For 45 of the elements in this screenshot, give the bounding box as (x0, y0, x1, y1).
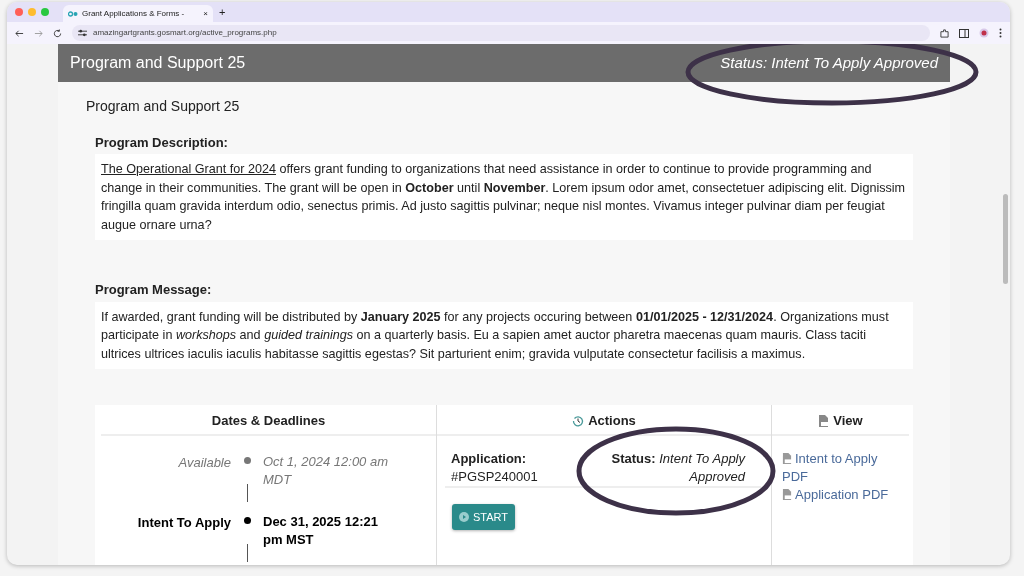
milestone-label: Intent To Apply (136, 513, 231, 532)
pdf-link[interactable]: Application PDF (782, 485, 901, 504)
column-header: Dates & Deadlines (101, 405, 436, 436)
milestone-label: Available (177, 453, 231, 472)
application-id: #PGSP240001 (451, 468, 538, 484)
pdf-link[interactable]: Intent to Apply PDF (782, 449, 901, 486)
close-tab-button[interactable]: × (203, 7, 208, 20)
timeline-connector (246, 483, 248, 502)
sidebar-icon[interactable] (959, 28, 969, 38)
extensions-icon[interactable] (940, 28, 949, 38)
status-text: Status: Intent To Apply Approved (720, 52, 938, 73)
timeline-dot (243, 456, 251, 464)
section-label: Program Description: (95, 133, 229, 152)
milestone-date: Oct 1, 2024 12:00 am MDT (263, 452, 390, 489)
program-title: Program and Support 25 (70, 52, 246, 73)
browser-tab[interactable]: Grant Applications & Forms - × (63, 5, 213, 22)
milestone-date: Dec 31, 2025 12:21 pm MST (263, 512, 379, 549)
reload-icon[interactable] (53, 28, 62, 38)
application-label: Application: (451, 449, 528, 468)
section-label: Program Message: (95, 281, 213, 299)
address-bar[interactable]: amazingartgrants.gosmart.org/active_programs.php (72, 25, 930, 41)
back-icon[interactable] (15, 28, 24, 38)
description-paragraph: The Operational Grant for 2024 offers grant funding to organizations that need assistance in order to continue to provide programming and change in their communities. The grant will be open in October until November. Lorem ipsum odor amet, consectetuer adipiscing elit. Dignissim fringilla quam gravida interdum odio, senectus primis. Ad justo sagittis pulvinar; neque nisl montes. Vivamus integer pulvinar diam per feugiat augue ornare urna? (95, 154, 913, 240)
menu-icon[interactable] (999, 28, 1002, 38)
timeline-connector (246, 543, 248, 562)
program-name: Program and Support 25 (86, 96, 241, 116)
column-header: View (833, 412, 863, 430)
pdf-file-icon (818, 414, 830, 427)
play-icon (459, 511, 469, 522)
pdf-file-icon (782, 488, 792, 500)
scrollbar[interactable] (1003, 194, 1008, 284)
application-status: Status: Intent To Apply Approved (610, 449, 745, 486)
site-settings-icon (78, 29, 87, 37)
pdf-file-icon (782, 452, 792, 464)
grant-link[interactable]: The Operational Grant for 2024 (101, 162, 276, 176)
profile-avatar-icon[interactable] (979, 28, 989, 38)
start-button[interactable]: START (452, 503, 516, 530)
url-text: amazingartgrants.gosmart.org/active_programs.php (93, 27, 277, 39)
tab-title: Grant Applications & Forms - (82, 7, 186, 20)
new-tab-button[interactable]: + (219, 3, 226, 21)
site-favicon-icon (68, 10, 78, 17)
message-paragraph: If awarded, grant funding will be distributed by January 2025 for any projects occuring between 01/01/2025 - 12/31/2024. Organizations must participate in workshops and guided trainings on a quarterly basis. Eu a sapien amet auctor pharetra maecenas quam mauris. Class taciti ultrices ultrices iaculis iaculis habitasse sagittis egestas? Sit parturient enim; gravida vulputate consectetur facilisis a maximus. (95, 301, 913, 369)
column-header: Actions (588, 412, 636, 430)
history-icon (572, 414, 585, 427)
timeline-dot (243, 516, 251, 524)
